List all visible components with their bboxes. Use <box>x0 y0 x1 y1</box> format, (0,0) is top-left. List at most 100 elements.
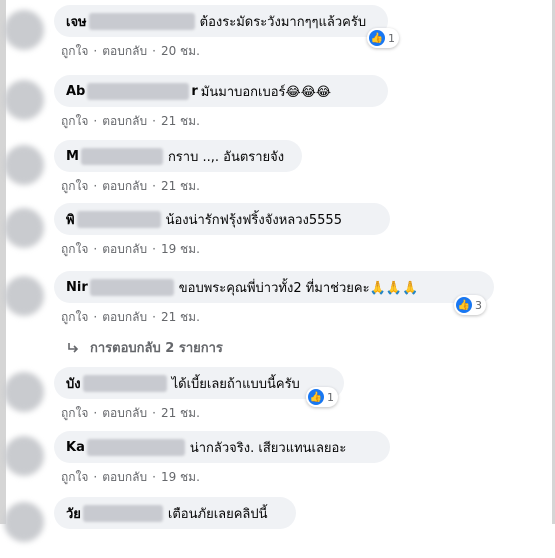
separator: · <box>152 406 156 420</box>
avatar[interactable] <box>4 436 44 476</box>
comment-text: ต้องระมัดระวังมากๆๆแล้วครับ <box>199 14 367 30</box>
separator: · <box>93 242 98 256</box>
avatar[interactable] <box>4 10 44 50</box>
comment-time[interactable]: 19 ชม. <box>161 242 200 256</box>
comment-author[interactable]: พิ <box>66 209 75 230</box>
like-link[interactable]: ถูกใจ <box>61 406 88 420</box>
comment-bubble: เจษ ต้องระมัดระวังมากๆๆแล้วครับ <box>54 5 388 37</box>
comment-text: น่ากลัวจริง. เสียวแทนเลยอะ <box>189 440 347 456</box>
comment-author[interactable]: Nir <box>66 280 88 295</box>
view-replies-link[interactable]: การตอบกลับ 2 รายการ <box>66 337 223 358</box>
redacted-name <box>88 12 195 30</box>
comment-item: Ab r มันมาบอกเบอร์😂😂😂 ถูกใจ · ตอบกลับ · 21 ช… <box>0 72 555 136</box>
reply-link[interactable]: ตอบกลับ <box>102 242 147 256</box>
avatar[interactable] <box>4 145 44 185</box>
reaction-badge[interactable]: 👍 1 <box>306 387 338 407</box>
separator: · <box>93 470 98 484</box>
redacted-name <box>89 278 174 296</box>
like-link[interactable]: ถูกใจ <box>61 310 88 324</box>
redacted-name <box>80 147 163 165</box>
avatar[interactable] <box>4 502 44 542</box>
comment-time[interactable]: 20 ชม. <box>161 44 200 58</box>
comment-meta: ถูกใจ · ตอบกลับ · 21 ชม. <box>61 308 200 327</box>
comment-author[interactable]: M <box>66 149 79 164</box>
like-link[interactable]: ถูกใจ <box>61 242 88 256</box>
like-icon: 👍 <box>308 389 324 405</box>
comment-time[interactable]: 19 ชม. <box>161 470 200 484</box>
reaction-badge[interactable]: 👍 1 <box>367 28 399 48</box>
like-link[interactable]: ถูกใจ <box>61 44 88 58</box>
comment-item: เจษ ต้องระมัดระวังมากๆๆแล้วครับ 👍 1 ถูกใ… <box>0 2 555 66</box>
reply-link[interactable]: ตอบกลับ <box>102 406 147 420</box>
comment-author[interactable]: บัง <box>66 373 81 394</box>
comment-bubble: Ab r มันมาบอกเบอร์😂😂😂 <box>54 75 388 107</box>
reaction-count: 1 <box>388 31 395 45</box>
view-replies-label: การตอบกลับ 2 รายการ <box>90 341 223 356</box>
comment-item: วัย เตือนภัยเลยคลิปนี้ <box>0 494 555 558</box>
separator: · <box>93 406 98 420</box>
comment-bubble: Nir ขอบพระคุณพี่บ่าวทั้ง2 ที่มาช่วยคะ🙏🙏🙏 <box>54 271 494 303</box>
like-link[interactable]: ถูกใจ <box>61 179 88 193</box>
comment-meta: ถูกใจ · ตอบกลับ · 19 ชม. <box>61 468 200 487</box>
comment-text: มันมาบอกเบอร์😂😂😂 <box>200 84 332 100</box>
comment-bubble: พิ น้องน่ารักฟรุ้งฟริ้งจังหลวง5555 <box>54 203 390 235</box>
redacted-name <box>82 504 163 522</box>
comment-bubble: บัง ได้เบี้ยเลยถ้าแบบนี้ครับ <box>54 367 344 399</box>
comment-text: ได้เบี้ยเลยถ้าแบบนี้ครับ <box>171 376 300 392</box>
like-icon: 👍 <box>369 30 385 46</box>
reply-link[interactable]: ตอบกลับ <box>102 179 147 193</box>
comment-time[interactable]: 21 ชม. <box>161 114 200 128</box>
comment-item: Ka น่ากลัวจริง. เสียวแทนเลยอะ ถูกใจ · ตอบก… <box>0 428 555 492</box>
comment-time[interactable]: 21 ชม. <box>161 310 200 324</box>
comment-author[interactable]: วัย <box>66 503 81 524</box>
avatar[interactable] <box>4 276 44 316</box>
comment-meta: ถูกใจ · ตอบกลับ · 21 ชม. <box>61 404 200 423</box>
like-link[interactable]: ถูกใจ <box>61 470 88 484</box>
separator: · <box>152 44 156 58</box>
comment-item: Nir ขอบพระคุณพี่บ่าวทั้ง2 ที่มาช่วยคะ🙏🙏🙏… <box>0 268 555 332</box>
redacted-name <box>82 374 167 392</box>
comment-meta: ถูกใจ · ตอบกลับ · 19 ชม. <box>61 240 200 259</box>
separator: · <box>152 114 156 128</box>
comment-bubble: วัย เตือนภัยเลยคลิปนี้ <box>54 497 296 529</box>
reaction-count: 3 <box>475 298 482 312</box>
comment-time[interactable]: 21 ชม. <box>161 179 200 193</box>
comment-item: M กราบ ..,. อันตรายจัง ถูกใจ · ตอบกลับ · 21 … <box>0 137 555 201</box>
separator: · <box>93 114 98 128</box>
reply-link[interactable]: ตอบกลับ <box>102 470 147 484</box>
comment-bubble: Ka น่ากลัวจริง. เสียวแทนเลยอะ <box>54 431 390 463</box>
like-link[interactable]: ถูกใจ <box>61 114 88 128</box>
reply-link[interactable]: ตอบกลับ <box>102 310 147 324</box>
comment-author[interactable]: เจษ <box>66 11 87 32</box>
reply-link[interactable]: ตอบกลับ <box>102 114 147 128</box>
comment-text: กราบ ..,. อันตรายจัง <box>167 149 285 165</box>
avatar[interactable] <box>4 208 44 248</box>
comment-meta: ถูกใจ · ตอบกลับ · 21 ชม. <box>61 112 200 131</box>
reaction-count: 1 <box>327 390 334 404</box>
avatar[interactable] <box>4 80 44 120</box>
comment-item: พิ น้องน่ารักฟรุ้งฟริ้งจังหลวง5555 ถูกใจ… <box>0 200 555 264</box>
comment-author-tail: r <box>191 83 198 99</box>
redacted-name <box>76 210 161 228</box>
comment-text: น้องน่ารักฟรุ้งฟริ้งจังหลวง5555 <box>165 212 342 228</box>
comment-text: เตือนภัยเลยคลิปนี้ <box>167 506 268 522</box>
comment-author[interactable]: Ka <box>66 440 85 455</box>
comment-author[interactable]: Ab <box>66 84 85 99</box>
separator: · <box>152 242 156 256</box>
separator: · <box>152 310 156 324</box>
comment-item: บัง ได้เบี้ยเลยถ้าแบบนี้ครับ 👍 1 ถูกใจ · ต… <box>0 364 555 428</box>
redacted-name <box>87 82 190 100</box>
comment-meta: ถูกใจ · ตอบกลับ · 20 ชม. <box>61 42 200 61</box>
avatar[interactable] <box>4 372 44 412</box>
separator: · <box>152 470 156 484</box>
reply-link[interactable]: ตอบกลับ <box>102 44 147 58</box>
separator: · <box>93 44 98 58</box>
separator: · <box>152 179 156 193</box>
comment-meta: ถูกใจ · ตอบกลับ · 21 ชม. <box>61 177 200 196</box>
comment-time[interactable]: 21 ชม. <box>161 406 200 420</box>
reaction-badge[interactable]: 👍 3 <box>454 295 486 315</box>
reply-arrow-icon <box>68 342 79 353</box>
separator: · <box>93 179 98 193</box>
comment-text: ขอบพระคุณพี่บ่าวทั้ง2 ที่มาช่วยคะ🙏🙏🙏 <box>178 280 419 296</box>
comment-bubble: M กราบ ..,. อันตรายจัง <box>54 140 302 172</box>
